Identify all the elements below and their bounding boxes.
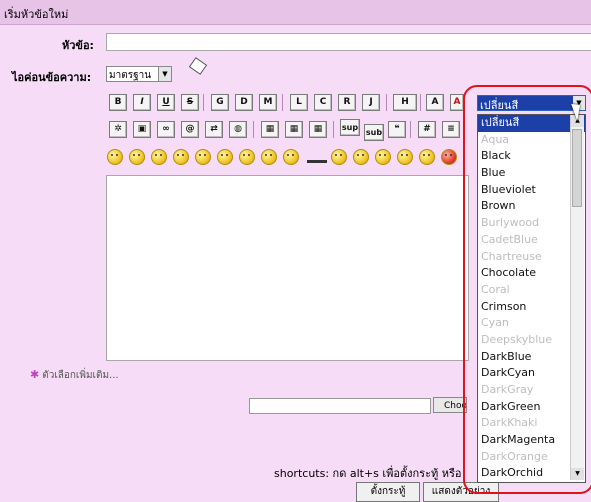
smiley-icon[interactable]: [173, 149, 189, 165]
color-option[interactable]: DarkBlue: [478, 349, 585, 366]
toolbar-separator: [420, 94, 421, 111]
more-options-link[interactable]: ✱ ตัวเลือกเพิ่มเติม...: [30, 368, 119, 383]
subject-input[interactable]: [106, 33, 591, 51]
smiley-icon[interactable]: [239, 149, 255, 165]
shadow-button[interactable]: D: [235, 94, 253, 111]
font-size-button[interactable]: A: [426, 94, 444, 111]
color-option[interactable]: Aqua: [478, 132, 585, 149]
color-option[interactable]: Burlywood: [478, 215, 585, 232]
toolbar-separator: [386, 94, 387, 111]
message-icon-value: มาตรฐาน: [109, 70, 152, 81]
choose-file-button[interactable]: Choose: [433, 397, 467, 413]
align-center-button[interactable]: C: [314, 94, 332, 111]
color-option[interactable]: Blue: [478, 165, 585, 182]
color-option[interactable]: DarkCyan: [478, 365, 585, 382]
subscript-button[interactable]: sub: [364, 124, 384, 141]
color-select[interactable]: เปลี่ยนสี ▼: [477, 95, 586, 112]
color-option[interactable]: Blueviolet: [478, 182, 585, 199]
smiley-icon[interactable]: [331, 149, 347, 165]
align-left-button[interactable]: L: [290, 94, 308, 111]
url-icon[interactable]: ∞: [157, 121, 175, 138]
dash-smiley-icon[interactable]: [307, 160, 327, 163]
smiley-icon[interactable]: [353, 149, 369, 165]
form-header: เริ่มหัวข้อใหม่: [0, 0, 591, 25]
image-icon[interactable]: ▣: [133, 121, 151, 138]
color-option[interactable]: CadetBlue: [478, 232, 585, 249]
toolbar-separator: [410, 121, 411, 138]
smiley-icon[interactable]: [195, 149, 211, 165]
scrollbar-thumb[interactable]: [572, 129, 582, 207]
subject-label: หัวข้อ:: [62, 39, 94, 52]
angry-smiley-icon[interactable]: [441, 149, 457, 165]
table-icon[interactable]: ▦: [261, 121, 279, 138]
table-row-icon[interactable]: ▦: [285, 121, 303, 138]
strike-button[interactable]: S: [181, 94, 199, 111]
dropdown-scrollbar[interactable]: ▲ ▼: [570, 115, 584, 480]
smiley-icon[interactable]: [129, 149, 145, 165]
color-option[interactable]: Black: [478, 148, 585, 165]
color-option[interactable]: DarkGray: [478, 382, 585, 399]
attachment-input[interactable]: [249, 398, 431, 414]
email-icon[interactable]: @: [181, 121, 199, 138]
chevron-down-icon: ▼: [158, 67, 171, 81]
message-icon-preview: [188, 57, 208, 75]
smiley-icon[interactable]: [151, 149, 167, 165]
color-option[interactable]: Crimson: [478, 299, 585, 316]
php-icon[interactable]: ≡: [442, 121, 460, 138]
color-option[interactable]: Cyan: [478, 315, 585, 332]
justify-button[interactable]: J: [362, 94, 380, 111]
submit-button[interactable]: ตั้งกระทู้: [356, 482, 420, 502]
message-icon-select[interactable]: มาตรฐาน ▼: [106, 66, 172, 82]
ftp-icon[interactable]: ⇄: [205, 121, 223, 138]
color-select-value: เปลี่ยนสี: [480, 99, 519, 112]
glow-button[interactable]: G: [211, 94, 229, 111]
scroll-down-icon[interactable]: ▼: [571, 468, 584, 480]
superscript-button[interactable]: sup: [340, 119, 360, 136]
color-option[interactable]: Brown: [478, 198, 585, 215]
color-option[interactable]: DarkOrchid: [478, 465, 585, 482]
align-right-button[interactable]: R: [338, 94, 356, 111]
bold-button[interactable]: B: [109, 94, 127, 111]
star-icon: ✱: [30, 368, 40, 381]
smiley-icon[interactable]: [419, 149, 435, 165]
smiley-icon[interactable]: [375, 149, 391, 165]
color-option[interactable]: DarkGreen: [478, 399, 585, 416]
message-icon-label: ไอค่อนข้อความ:: [12, 71, 92, 84]
italic-button[interactable]: I: [133, 94, 151, 111]
smiley-icon[interactable]: [107, 149, 123, 165]
message-textarea[interactable]: [106, 175, 469, 361]
shortcuts-hint: shortcuts: กด alt+s เพื่อตั้งกระทู้ หรือ: [274, 467, 462, 480]
color-option[interactable]: Chocolate: [478, 265, 585, 282]
color-option[interactable]: เปลี่ยนสี: [478, 115, 585, 132]
code-button[interactable]: #: [418, 121, 436, 138]
smiley-icon[interactable]: [397, 149, 413, 165]
font-color-button[interactable]: A: [450, 94, 464, 111]
page-title: เริ่มหัวข้อใหม่: [4, 8, 69, 21]
color-option[interactable]: DarkOrange: [478, 449, 585, 466]
table-column-icon[interactable]: ▦: [309, 121, 327, 138]
more-options-label: ตัวเลือกเพิ่มเติม...: [42, 370, 119, 381]
globe-icon[interactable]: ◍: [229, 121, 247, 138]
color-option[interactable]: Deepskyblue: [478, 332, 585, 349]
color-option[interactable]: DarkKhaki: [478, 415, 585, 432]
toolbar-separator: [282, 94, 283, 111]
smiley-icon[interactable]: [283, 149, 299, 165]
color-option[interactable]: DarkMagenta: [478, 432, 585, 449]
toolbar-separator: [253, 121, 254, 138]
smiley-icon[interactable]: [261, 149, 277, 165]
underline-button[interactable]: U: [157, 94, 175, 111]
horizontal-rule-button[interactable]: H: [393, 94, 417, 111]
toolbar-separator: [333, 121, 334, 138]
marquee-button[interactable]: M: [259, 94, 277, 111]
smiley-icon[interactable]: [217, 149, 233, 165]
color-option[interactable]: Chartreuse: [478, 249, 585, 266]
quote-icon[interactable]: ❝: [388, 121, 406, 138]
flash-icon[interactable]: ✲: [109, 121, 127, 138]
color-option[interactable]: Coral: [478, 282, 585, 299]
toolbar-separator: [203, 94, 204, 111]
